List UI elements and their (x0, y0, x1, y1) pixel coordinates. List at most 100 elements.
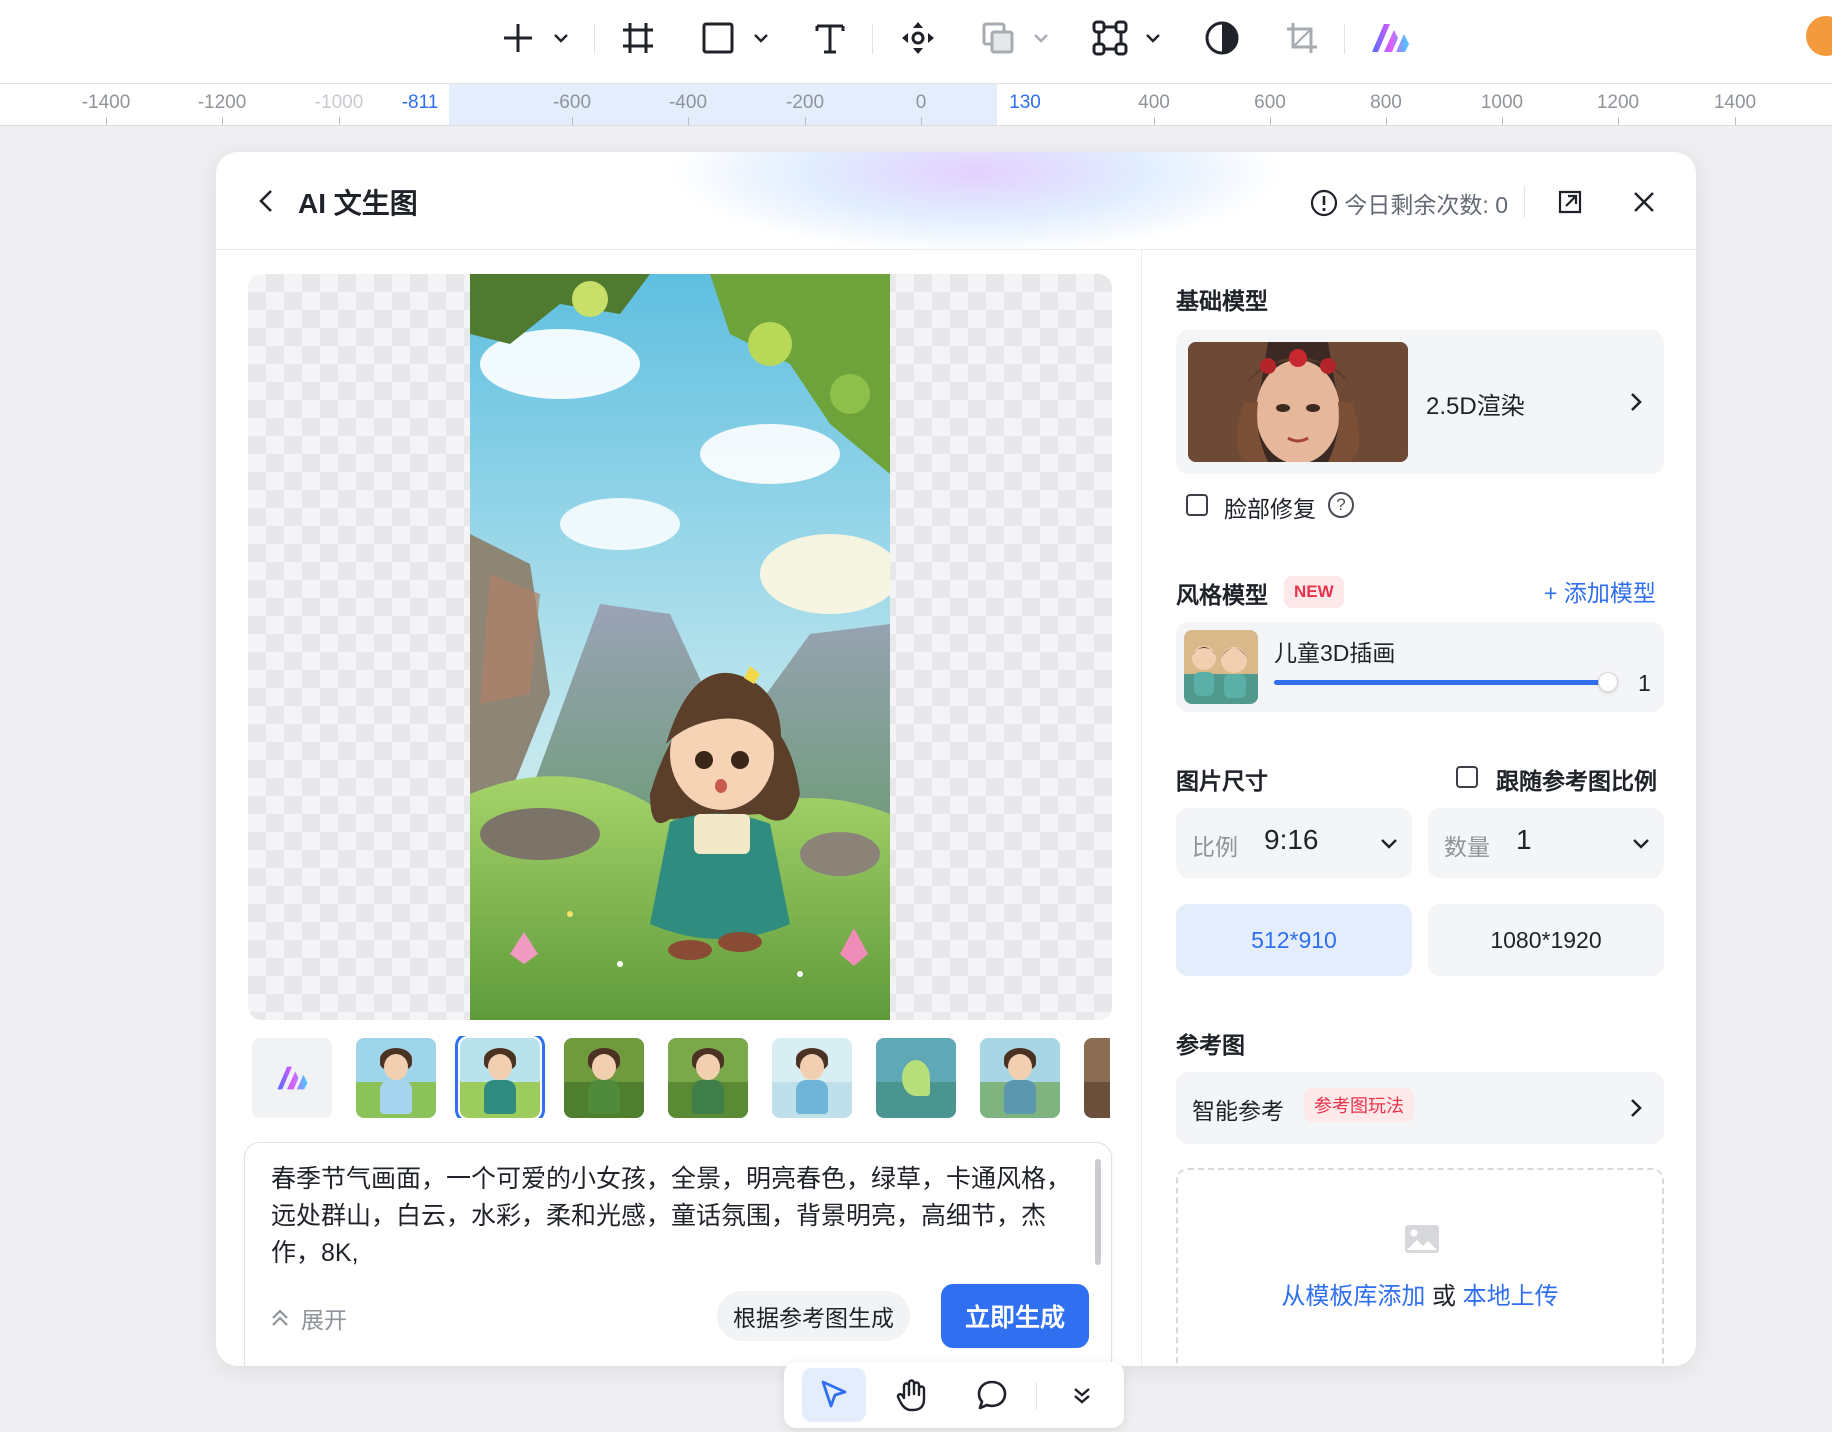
ruler-tick: 800 (1370, 92, 1402, 113)
ruler-tick: -1000 (314, 92, 364, 113)
reference-image-label: 参考图 (1176, 1032, 1245, 1058)
horizontal-ruler: -1400 -1200 -1000 -811 -600 -400 -200 0 … (0, 84, 1832, 126)
expand-label: 展开 (301, 1307, 347, 1333)
local-upload-link[interactable]: 本地上传 (1463, 1283, 1559, 1310)
thumbnail[interactable] (564, 1038, 644, 1118)
ruler-tick: 130 (1009, 92, 1041, 113)
ruler-tick: 600 (1254, 92, 1286, 113)
pointer-icon[interactable] (802, 1368, 866, 1422)
ai-logo-thumbnail[interactable] (252, 1038, 332, 1118)
expand-toggle[interactable]: 展开 (269, 1301, 347, 1335)
ruler-tick: 1400 (1713, 92, 1757, 113)
prompt-scrollbar[interactable] (1095, 1159, 1101, 1265)
image-size-label: 图片尺寸 (1176, 768, 1268, 794)
ruler-tick: -200 (785, 92, 825, 113)
ai-logo-icon[interactable] (1368, 12, 1412, 64)
base-model-label: 基础模型 (1176, 288, 1268, 314)
chevron-down-icon[interactable] (1026, 12, 1056, 64)
thumbnail-strip (252, 1036, 1110, 1118)
count-select[interactable]: 数量 1 (1428, 808, 1664, 878)
image-placeholder-icon (1404, 1224, 1440, 1259)
chevron-down-icon[interactable] (546, 12, 576, 64)
ruler-tick: 400 (1138, 92, 1170, 113)
style-model-label: 风格模型 (1176, 582, 1268, 608)
thumbnail-selected[interactable] (455, 1036, 545, 1118)
dialog-header: AI 文生图 今日剩余次数: 0 (216, 152, 1696, 250)
thumbnail[interactable] (980, 1038, 1060, 1118)
info-icon (1311, 189, 1338, 217)
generate-from-reference-button[interactable]: 根据参考图生成 (717, 1291, 910, 1341)
rectangle-icon[interactable] (696, 12, 740, 64)
style-model-card: 儿童3D插画 1 (1176, 622, 1664, 712)
chevron-down-icon[interactable] (1138, 12, 1168, 64)
ruler-tick: 0 (915, 92, 927, 113)
size-option-1080x1920[interactable]: 1080*1920 (1428, 904, 1664, 976)
text-icon[interactable] (808, 12, 852, 64)
avatar[interactable] (1806, 16, 1832, 56)
ratio-value: 9:16 (1264, 824, 1319, 855)
ruler-tick: -1200 (197, 92, 247, 113)
image-preview (248, 274, 1112, 1020)
hand-icon[interactable] (880, 1368, 944, 1422)
quota-label: 今日剩余次数: 0 (1344, 192, 1508, 218)
ruler-tick: -1400 (81, 92, 131, 113)
slider-handle[interactable] (1598, 672, 1618, 692)
boolean-icon[interactable] (976, 12, 1020, 64)
chevron-down-icon (1376, 830, 1402, 856)
add-model-button[interactable]: + 添加模型 (1544, 574, 1656, 608)
ref-play-badge: 参考图玩法 (1304, 1088, 1414, 1122)
add-icon[interactable] (496, 12, 540, 64)
chevron-down-icon (1628, 830, 1654, 856)
base-model-name: 2.5D渲染 (1426, 393, 1525, 420)
style-model-thumbnail (1184, 630, 1258, 704)
upload-or-text: 或 (1432, 1283, 1456, 1310)
thumbnail[interactable] (1084, 1038, 1110, 1118)
style-weight-value: 1 (1638, 670, 1651, 696)
follow-ref-ratio-checkbox[interactable] (1456, 766, 1478, 788)
count-label: 数量 (1444, 834, 1490, 860)
chevron-right-icon (1622, 1094, 1650, 1122)
top-toolbar (0, 0, 1832, 84)
smart-reference-selector[interactable]: 智能参考 参考图玩法 (1176, 1072, 1664, 1144)
generate-now-button[interactable]: 立即生成 (941, 1284, 1089, 1348)
vector-icon[interactable] (1088, 12, 1132, 64)
close-button[interactable] (1626, 184, 1662, 220)
more-icon[interactable] (1050, 1368, 1114, 1422)
ai-text-to-image-dialog: AI 文生图 今日剩余次数: 0 春季节气画面，一个可爱的小女孩，全景，明亮春色… (216, 152, 1696, 1366)
base-model-selector[interactable]: 2.5D渲染 (1176, 330, 1664, 474)
ruler-tick: -811 (401, 92, 439, 113)
comment-icon[interactable] (960, 1368, 1024, 1422)
dialog-title: AI 文生图 (298, 188, 418, 219)
prompt-box: 春季节气画面，一个可爱的小女孩，全景，明亮春色，绿草，卡通风格，远处群山，白云，… (244, 1142, 1112, 1366)
crop-icon[interactable] (1280, 12, 1324, 64)
size-option-512x910[interactable]: 512*910 (1176, 904, 1412, 976)
daily-quota: 今日剩余次数: 0 (1310, 186, 1508, 220)
frame-icon[interactable] (616, 12, 660, 64)
ruler-tick: -400 (668, 92, 708, 113)
open-external-button[interactable] (1552, 184, 1588, 220)
move-icon[interactable] (896, 12, 940, 64)
thumbnail[interactable] (668, 1038, 748, 1118)
follow-ref-ratio-label: 跟随参考图比例 (1496, 768, 1657, 794)
thumbnail[interactable] (772, 1038, 852, 1118)
face-fix-label: 脸部修复 (1224, 496, 1316, 522)
ratio-label: 比例 (1192, 834, 1238, 860)
generated-image[interactable] (470, 274, 890, 1020)
bottom-toolbar (784, 1362, 1124, 1428)
thumbnail[interactable] (876, 1038, 956, 1118)
style-weight-slider[interactable] (1274, 680, 1606, 685)
count-value: 1 (1516, 824, 1532, 855)
back-button[interactable] (252, 186, 282, 216)
mask-icon[interactable] (1200, 12, 1244, 64)
ruler-tick: 1200 (1596, 92, 1640, 113)
add-from-template-link[interactable]: 从模板库添加 (1281, 1283, 1425, 1310)
style-model-name: 儿童3D插画 (1274, 640, 1396, 666)
reference-upload-zone[interactable]: 从模板库添加 或 本地上传 (1176, 1168, 1664, 1366)
thumbnail[interactable] (356, 1038, 436, 1118)
prompt-input[interactable]: 春季节气画面，一个可爱的小女孩，全景，明亮春色，绿草，卡通风格，远处群山，白云，… (271, 1161, 1081, 1272)
ratio-select[interactable]: 比例 9:16 (1176, 808, 1412, 878)
help-icon[interactable]: ? (1328, 492, 1354, 518)
face-fix-checkbox[interactable] (1186, 494, 1208, 516)
upload-text: 从模板库添加 或 本地上传 (1178, 1276, 1662, 1311)
chevron-down-icon[interactable] (746, 12, 776, 64)
